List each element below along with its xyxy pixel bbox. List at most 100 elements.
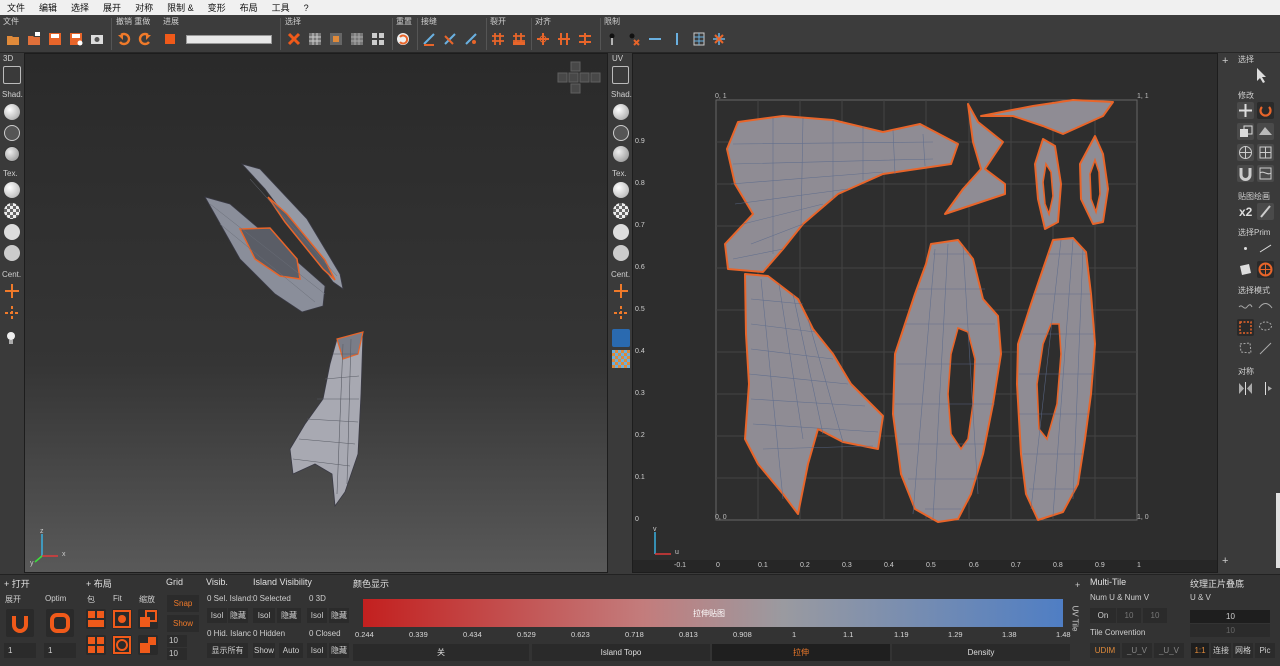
clear-constraint-icon[interactable] [709,29,729,49]
shaded-wire-sphere-icon[interactable] [4,146,20,162]
optimize-button[interactable] [46,609,74,637]
unfold-button[interactable] [6,609,34,637]
split-all-icon[interactable] [509,29,529,49]
ratio-1-1-toggle[interactable]: 1:1 [1191,643,1209,658]
center-cross-alt-icon[interactable] [3,304,21,322]
uv-convention-option-1[interactable]: _U_V [1122,643,1152,658]
light-bulb-icon[interactable] [6,331,16,345]
isol-sel-button[interactable]: Isol [207,608,227,623]
unfold-iterations-field[interactable]: 1 [4,643,36,658]
reset-icon[interactable] [393,29,413,49]
frame-icon[interactable] [3,66,21,84]
move-icon[interactable] [1237,102,1254,119]
uv-tile-panel-tab[interactable]: + UV Tile [1070,576,1086,666]
uv-lock-icon[interactable] [612,329,630,347]
center-cross-icon[interactable] [3,282,21,300]
num-u-field[interactable]: 10 [1117,608,1141,623]
unfold-section-header[interactable]: + 打开 [4,577,30,590]
menu-constraints[interactable]: 限制 & [160,1,201,14]
hide-closed-button[interactable]: 隐藏 [329,643,349,658]
fit-origin-button[interactable] [112,635,132,655]
hide-3d-button[interactable]: 隐藏 [329,608,349,623]
multi-tile-on-toggle[interactable]: On [1090,608,1116,623]
menu-symmetry[interactable]: 对称 [128,1,160,14]
pack-grid-button[interactable] [86,635,106,655]
color-mode-density[interactable]: Density [892,644,1070,661]
island-mode-icon[interactable] [1257,261,1274,278]
color-mode-off[interactable]: 关 [353,644,529,661]
number-texture-icon[interactable] [4,224,20,240]
poly-select-icon[interactable] [1237,340,1254,357]
select-grow-icon[interactable] [347,29,367,49]
select-all-icon[interactable] [305,29,325,49]
fit-button[interactable] [112,609,132,629]
hide-sel-button[interactable]: 隐藏 [228,608,248,623]
flatten-icon[interactable] [1257,123,1274,140]
grid-u-field[interactable]: 10 [167,635,187,647]
wire-sphere-icon[interactable] [4,125,20,141]
checker-texture-icon[interactable] [4,203,20,219]
uv-number-texture-icon[interactable] [613,224,629,240]
uv-checker-icon[interactable] [613,203,629,219]
texture-overlay-header[interactable]: 纹理正片叠底 [1190,577,1244,590]
show-all-button[interactable]: 显示所有 [207,643,248,658]
scale-uniform-button[interactable] [138,635,158,655]
scale-button[interactable] [138,609,158,629]
align-horizontal-icon[interactable] [554,29,574,49]
menu-unfold[interactable]: 展开 [96,1,128,14]
uv-plain-texture-icon[interactable] [613,182,629,198]
grid-v-field[interactable]: 10 [167,648,187,660]
visib-section-header[interactable]: Visib. [206,577,228,587]
magnet-tool-icon[interactable] [1237,165,1254,182]
texture-u-field[interactable]: 10 [1190,610,1270,623]
viewport-3d[interactable]: z x y [24,53,608,573]
arc-select-icon[interactable] [1257,298,1274,315]
multi-tile-header[interactable]: Multi-Tile [1090,577,1126,587]
symmetry-x-icon[interactable] [1237,380,1254,397]
split-icon[interactable] [488,29,508,49]
scale-icon[interactable] [1237,123,1254,140]
right-scroll-indicator[interactable] [1276,493,1280,568]
uv-shaded-wire-icon[interactable] [613,146,629,162]
rotate-icon[interactable] [1257,102,1274,119]
brush-icon[interactable] [1257,203,1274,220]
uv-shaded-sphere-icon[interactable] [613,104,629,120]
rect-select-icon[interactable] [1237,319,1254,336]
island-vis-header[interactable]: Island Visibility [253,577,312,587]
uv-checker-grid-icon[interactable] [612,350,630,368]
udim-option[interactable]: UDIM [1090,643,1120,658]
horizontal-constraint-icon[interactable] [645,29,665,49]
connect-toggle[interactable]: 连接 [1211,643,1231,658]
snap-toggle[interactable]: Snap [167,595,199,612]
isol-closed-button[interactable]: Isol [307,643,327,658]
num-v-field[interactable]: 10 [1143,608,1167,623]
open-plus-icon[interactable] [24,29,44,49]
undo-icon[interactable] [114,29,134,49]
color-display-header[interactable]: 颜色显示 [353,577,389,590]
hide-selected-button[interactable]: 隐藏 [277,608,301,623]
isol-selected-button[interactable]: Isol [253,608,275,623]
vertex-mode-icon[interactable] [1237,240,1254,257]
uv-magnet-icon[interactable] [613,245,629,261]
paint-select-icon[interactable] [1257,340,1274,357]
redo-icon[interactable] [135,29,155,49]
relax-icon[interactable] [1257,165,1274,182]
add-panel-bottom-icon[interactable]: + [1222,555,1228,567]
shaded-sphere-icon[interactable] [4,104,20,120]
plain-texture-icon[interactable] [4,182,20,198]
show-hidden-button[interactable]: Show [253,643,275,658]
pic-toggle[interactable]: Pic [1255,643,1275,658]
align-center-icon[interactable] [533,29,553,49]
uv-convention-option-2[interactable]: _U_V [1154,643,1184,658]
cursor-icon[interactable] [1252,66,1270,84]
menu-file[interactable]: 文件 [0,1,32,14]
stop-icon[interactable] [160,29,180,49]
menu-layout[interactable]: 布局 [233,1,265,14]
weld-icon[interactable] [440,29,460,49]
texture-v-field[interactable]: 10 [1190,624,1270,637]
show-grid-toggle[interactable]: Show [167,615,199,632]
save-icon[interactable] [45,29,65,49]
deselect-x-icon[interactable] [284,29,304,49]
vertical-constraint-icon[interactable] [667,29,687,49]
align-vertical-icon[interactable] [575,29,595,49]
